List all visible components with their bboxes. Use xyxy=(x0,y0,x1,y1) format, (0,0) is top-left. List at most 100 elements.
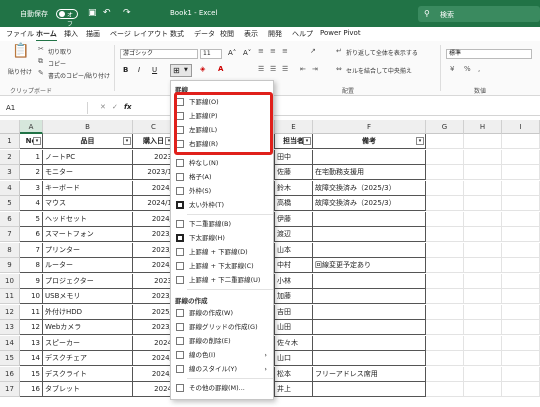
empty-cell[interactable] xyxy=(464,351,502,366)
table-cell[interactable]: 10 xyxy=(20,289,43,304)
font-size-select[interactable]: 11 xyxy=(200,49,222,59)
select-all-corner[interactable] xyxy=(0,120,20,134)
table-cell[interactable]: プリンター xyxy=(43,242,133,258)
table-header-cell[interactable]: 品目 ▾ xyxy=(43,134,133,149)
table-cell[interactable]: 6 xyxy=(20,227,43,242)
tab-help[interactable]: ヘルプ xyxy=(292,29,313,39)
table-cell[interactable]: 2024/ xyxy=(133,258,175,273)
paste-button[interactable]: 貼り付け xyxy=(8,67,32,76)
table-cell[interactable] xyxy=(313,242,426,258)
percent-icon[interactable]: % xyxy=(464,65,471,74)
column-header-h[interactable]: H xyxy=(464,120,502,134)
shrink-font-icon[interactable]: A˅ xyxy=(243,49,251,58)
table-cell[interactable]: 伊藤 xyxy=(275,211,313,227)
table-cell[interactable]: 高橋 xyxy=(275,196,313,211)
border-menu-item[interactable]: 上罫線 + 下太罫線(C) xyxy=(171,259,273,273)
row-header[interactable]: 10 xyxy=(0,273,20,289)
format-painter-button[interactable]: 書式のコピー/貼り付け xyxy=(48,71,110,80)
table-cell[interactable]: 田中 xyxy=(275,149,313,165)
empty-cell[interactable] xyxy=(426,304,464,320)
empty-cell[interactable] xyxy=(502,211,540,227)
table-header-cell[interactable]: 備考 ▾ xyxy=(313,134,426,149)
empty-cell[interactable] xyxy=(426,258,464,273)
fill-color-icon[interactable]: ◈ xyxy=(200,65,205,74)
table-cell[interactable]: 2023 xyxy=(133,149,175,165)
table-cell[interactable]: ヘッドセット xyxy=(43,211,133,227)
row-header[interactable]: 14 xyxy=(0,335,20,351)
border-menu-item[interactable]: 線のスタイル(Y) › xyxy=(171,362,273,376)
align-right-icon[interactable]: ☰ xyxy=(282,65,288,74)
tab-data[interactable]: データ xyxy=(194,29,215,39)
empty-cell[interactable] xyxy=(502,242,540,258)
border-menu-item[interactable]: その他の罫線(M)... xyxy=(171,381,273,395)
empty-cell[interactable] xyxy=(464,180,502,196)
row-header[interactable]: 1 xyxy=(0,134,20,149)
table-cell[interactable]: 1 xyxy=(20,149,43,165)
border-menu-item[interactable]: 上罫線 + 下二重罫線(U) xyxy=(171,273,273,287)
font-name-select[interactable]: 游ゴシック xyxy=(120,49,198,59)
align-bottom-icon[interactable]: ≡ xyxy=(282,47,288,56)
align-top-icon[interactable]: ≡ xyxy=(258,47,264,56)
tab-developer[interactable]: 開発 xyxy=(268,29,282,39)
table-cell[interactable]: 在宅勤務支援用 xyxy=(313,165,426,180)
table-cell[interactable]: モニター xyxy=(43,165,133,180)
empty-cell[interactable] xyxy=(502,134,540,149)
row-header[interactable]: 6 xyxy=(0,211,20,227)
empty-cell[interactable] xyxy=(502,320,540,335)
tab-power-pivot[interactable]: Power Pivot xyxy=(320,29,361,37)
border-menu-item[interactable]: 格子(A) xyxy=(171,170,273,184)
empty-cell[interactable] xyxy=(426,165,464,180)
table-cell[interactable]: スピーカー xyxy=(43,335,133,351)
table-cell[interactable]: 11 xyxy=(20,304,43,320)
table-cell[interactable]: 4 xyxy=(20,196,43,211)
empty-cell[interactable] xyxy=(502,165,540,180)
save-icon[interactable]: ▣ xyxy=(88,8,97,18)
table-cell[interactable] xyxy=(313,304,426,320)
table-cell[interactable]: スマートフォン xyxy=(43,227,133,242)
border-menu-item[interactable]: 線の色(I) › xyxy=(171,348,273,362)
table-cell[interactable]: ルーター xyxy=(43,258,133,273)
filter-dropdown-icon[interactable]: ▾ xyxy=(416,137,424,145)
empty-cell[interactable] xyxy=(426,180,464,196)
table-cell[interactable]: マウス xyxy=(43,196,133,211)
empty-cell[interactable] xyxy=(502,180,540,196)
borders-button[interactable]: ⊞ ▼ xyxy=(170,64,192,77)
filter-dropdown-icon[interactable]: ▾ xyxy=(123,137,131,145)
empty-cell[interactable] xyxy=(502,149,540,165)
empty-cell[interactable] xyxy=(426,134,464,149)
table-cell[interactable]: 井上 xyxy=(275,382,313,397)
table-cell[interactable]: 佐々木 xyxy=(275,335,313,351)
table-cell[interactable]: 故障交換済み（2025/3） xyxy=(313,196,426,211)
wrap-text-button[interactable]: 折り返して全体を表示する xyxy=(346,48,418,57)
empty-cell[interactable] xyxy=(426,289,464,304)
table-cell[interactable] xyxy=(313,382,426,397)
table-cell[interactable]: 山口 xyxy=(275,351,313,366)
row-header[interactable]: 8 xyxy=(0,242,20,258)
table-cell[interactable]: 2023 xyxy=(133,273,175,289)
row-header[interactable]: 4 xyxy=(0,180,20,196)
table-cell[interactable]: Webカメラ xyxy=(43,320,133,335)
table-cell[interactable]: 回線変更予定あり xyxy=(313,258,426,273)
table-cell[interactable]: 2024 xyxy=(133,335,175,351)
tab-review[interactable]: 校閲 xyxy=(220,29,234,39)
empty-cell[interactable] xyxy=(502,273,540,289)
tab-view[interactable]: 表示 xyxy=(244,29,258,39)
table-cell[interactable]: 加藤 xyxy=(275,289,313,304)
cut-icon[interactable]: ✂ xyxy=(38,45,44,54)
column-header-a[interactable]: A xyxy=(20,120,43,134)
table-cell[interactable]: 12 xyxy=(20,320,43,335)
tab-insert[interactable]: 挿入 xyxy=(64,29,78,39)
table-cell[interactable]: 2024/ xyxy=(133,351,175,366)
empty-cell[interactable] xyxy=(426,149,464,165)
empty-cell[interactable] xyxy=(464,382,502,397)
border-menu-item[interactable]: 罫線グリッドの作成(G) xyxy=(171,320,273,334)
empty-cell[interactable] xyxy=(464,134,502,149)
row-header[interactable]: 13 xyxy=(0,320,20,335)
empty-cell[interactable] xyxy=(464,242,502,258)
row-header[interactable]: 7 xyxy=(0,227,20,242)
empty-cell[interactable] xyxy=(502,304,540,320)
table-cell[interactable]: 3 xyxy=(20,180,43,196)
empty-cell[interactable] xyxy=(502,289,540,304)
italic-icon[interactable]: I xyxy=(138,66,140,75)
table-cell[interactable]: 15 xyxy=(20,366,43,382)
